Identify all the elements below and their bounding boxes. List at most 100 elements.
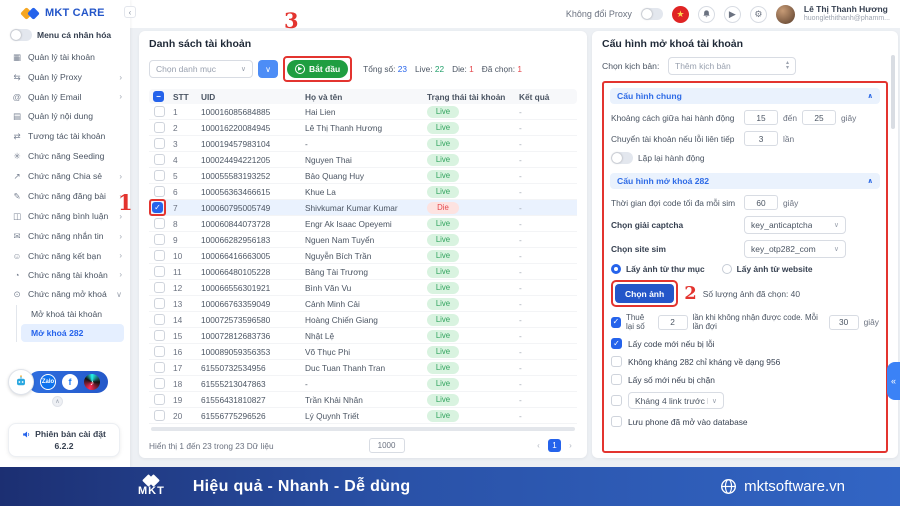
table-row[interactable]: 16 100089059356353 Võ Thục Phi Live -: [149, 344, 577, 360]
horizontal-scrollbar[interactable]: [151, 427, 575, 431]
sidebar-subitem[interactable]: Mở khoá 282: [21, 324, 124, 342]
table-row[interactable]: 5 100055583193252 Bảo Quang Huy Live -: [149, 168, 577, 184]
row-checkbox[interactable]: [154, 153, 165, 165]
sidebar-item[interactable]: ⇄ Tương tác tài khoản: [0, 126, 130, 146]
table-row[interactable]: 20 61556775296526 Lý Quynh Triết Live -: [149, 408, 577, 424]
sidebar-item[interactable]: ✉ Chức năng nhắn tin ›: [0, 226, 130, 246]
sidebar-item[interactable]: ▦ Quản lý tài khoản: [0, 47, 130, 67]
row-checkbox[interactable]: [154, 313, 165, 325]
sidebar-item[interactable]: ⊙ Chức năng mở khoá ∨: [0, 284, 130, 304]
repeat-action-toggle[interactable]: [611, 152, 633, 164]
table-row[interactable]: 11 100066480105228 Bảng Tài Trương Live …: [149, 264, 577, 280]
facebook-icon[interactable]: f: [62, 374, 78, 390]
4link-select[interactable]: Kháng 4 link trước k... ∨: [628, 392, 724, 410]
table-row[interactable]: 3 100019457983104 - Live -: [149, 136, 577, 152]
category-dropdown-button[interactable]: ∨: [258, 60, 278, 78]
notifications-bell-icon[interactable]: [697, 5, 715, 23]
tiktok-icon[interactable]: ♪: [84, 374, 100, 390]
switch-count-input[interactable]: [744, 131, 778, 146]
personal-menu-toggle[interactable]: [10, 29, 32, 41]
row-checkbox[interactable]: [154, 169, 165, 181]
table-row[interactable]: 9 100066282956183 Nguen Nam Tuyển Live -: [149, 232, 577, 248]
choose-image-button[interactable]: Chọn ảnh: [615, 284, 675, 303]
page-1-button[interactable]: 1: [548, 439, 561, 452]
rent-number-checkbox[interactable]: [611, 316, 621, 328]
sidebar-item[interactable]: @ Quản lý Email ›: [0, 87, 130, 106]
table-row[interactable]: 10 100066416663005 Nguyễn Bích Trần Live…: [149, 248, 577, 264]
start-button[interactable]: ▶ Bắt đầu: [287, 60, 349, 78]
newcode-checkbox[interactable]: [611, 338, 622, 350]
user-avatar[interactable]: [775, 4, 795, 24]
row-checkbox[interactable]: [154, 137, 165, 149]
table-row[interactable]: 2 100016220084945 Lê Thị Thanh Hương Liv…: [149, 120, 577, 136]
table-row[interactable]: 4 100024494221205 Nguyen Thai Live -: [149, 152, 577, 168]
table-row[interactable]: 7 100060795005749 Shivkumar Kumar Kumar …: [149, 199, 577, 216]
sidebar-item[interactable]: ◔ Chức năng tài khoản ›: [0, 265, 130, 284]
table-row[interactable]: 19 61556431810827 Trần Khải Nhân Live -: [149, 392, 577, 408]
sidebar-item[interactable]: ▤ Quản lý nội dung: [0, 106, 130, 126]
row-checkbox[interactable]: [154, 297, 165, 309]
settings-gear-icon[interactable]: ⚙: [749, 5, 767, 23]
user-info[interactable]: Lê Thị Thanh Hương huonglethithanh@phamm…: [804, 4, 890, 23]
row-checkbox[interactable]: [152, 202, 163, 213]
row-checkbox[interactable]: [154, 361, 165, 373]
category-select[interactable]: Chọn danh mục ∨: [149, 60, 253, 78]
row-checkbox[interactable]: [154, 121, 165, 133]
4link-checkbox[interactable]: [611, 395, 622, 407]
gap-min-input[interactable]: [744, 110, 778, 125]
wait-code-input[interactable]: [744, 195, 778, 210]
language-flag-icon[interactable]: ★: [671, 5, 689, 23]
row-checkbox[interactable]: [154, 409, 165, 421]
sidebar-item[interactable]: ✎ Chức năng đăng bài ›: [0, 186, 130, 206]
gap-max-input[interactable]: [801, 110, 836, 125]
edge-collapse-tab[interactable]: «: [887, 362, 900, 400]
row-checkbox[interactable]: [154, 265, 165, 277]
newnumber-checkbox[interactable]: [611, 374, 622, 386]
table-row[interactable]: 18 61555213047863 - Live -: [149, 376, 577, 392]
section-282-header[interactable]: Cấu hình mở khoá 282 ∧: [610, 173, 880, 189]
row-checkbox[interactable]: [154, 185, 165, 197]
sidebar-collapse-button[interactable]: ‹: [124, 6, 136, 18]
radio-website[interactable]: [721, 264, 732, 274]
sitesim-select[interactable]: key_otp282_com ∨: [744, 240, 846, 258]
table-row[interactable]: 13 100066763359049 Cảnh Minh Cải Live -: [149, 296, 577, 312]
zalo-icon[interactable]: Zalo: [40, 374, 56, 390]
rent-wait-input[interactable]: [828, 314, 859, 330]
row-checkbox[interactable]: [154, 105, 165, 117]
rent-times-input[interactable]: [657, 314, 688, 330]
next-page-icon[interactable]: ›: [564, 439, 577, 452]
panel-scrollbar[interactable]: [891, 55, 895, 129]
row-checkbox[interactable]: [154, 329, 165, 341]
table-row[interactable]: 14 100072573596580 Hoàng Chiến Giang Liv…: [149, 312, 577, 328]
no282-checkbox[interactable]: [611, 356, 622, 368]
proxy-toggle[interactable]: [640, 8, 663, 20]
table-row[interactable]: 1 100016085684885 Hai Lien Live -: [149, 104, 577, 120]
table-row[interactable]: 6 100056363466615 Khue La Live -: [149, 184, 577, 200]
savephone-checkbox[interactable]: [611, 416, 622, 428]
table-row[interactable]: 15 100072812683736 Nhật Lệ Live -: [149, 328, 577, 344]
row-checkbox[interactable]: [154, 249, 165, 261]
row-checkbox[interactable]: [154, 217, 165, 229]
row-checkbox[interactable]: [154, 233, 165, 245]
sidebar-subitem[interactable]: Mở khoá tài khoản: [21, 305, 124, 323]
row-checkbox[interactable]: [154, 393, 165, 405]
captcha-select[interactable]: key_anticaptcha ∨: [744, 216, 846, 234]
page-size-input[interactable]: [368, 438, 405, 453]
sidebar-item[interactable]: ↗ Chức năng Chia sẻ ›: [0, 166, 130, 186]
sidebar-item[interactable]: ☺ Chức năng kết bạn ›: [0, 246, 130, 265]
table-row[interactable]: 17 61550732534956 Duc Tuan Thanh Tran Li…: [149, 360, 577, 376]
sidebar-item[interactable]: ◫ Chức năng bình luận ›: [0, 206, 130, 226]
sidebar-item[interactable]: ✳ Chức năng Seeding: [0, 146, 130, 166]
row-checkbox[interactable]: [154, 281, 165, 293]
chatbot-robot-icon[interactable]: [8, 369, 34, 395]
select-all-checkbox[interactable]: [153, 91, 164, 103]
prev-page-icon[interactable]: ‹: [532, 439, 545, 452]
radio-folder[interactable]: [611, 264, 621, 274]
tutorial-play-icon[interactable]: ▶: [723, 5, 741, 23]
sidebar-item[interactable]: ⇆ Quản lý Proxy ›: [0, 67, 130, 87]
table-row[interactable]: 8 100060844073728 Engr Ak Isaac Opeyemi …: [149, 216, 577, 232]
row-checkbox[interactable]: [154, 345, 165, 357]
table-row[interactable]: 12 100066556301921 Bình Văn Vu Live -: [149, 280, 577, 296]
panel-handle-icon[interactable]: ∧: [52, 396, 63, 407]
row-checkbox[interactable]: [154, 377, 165, 389]
